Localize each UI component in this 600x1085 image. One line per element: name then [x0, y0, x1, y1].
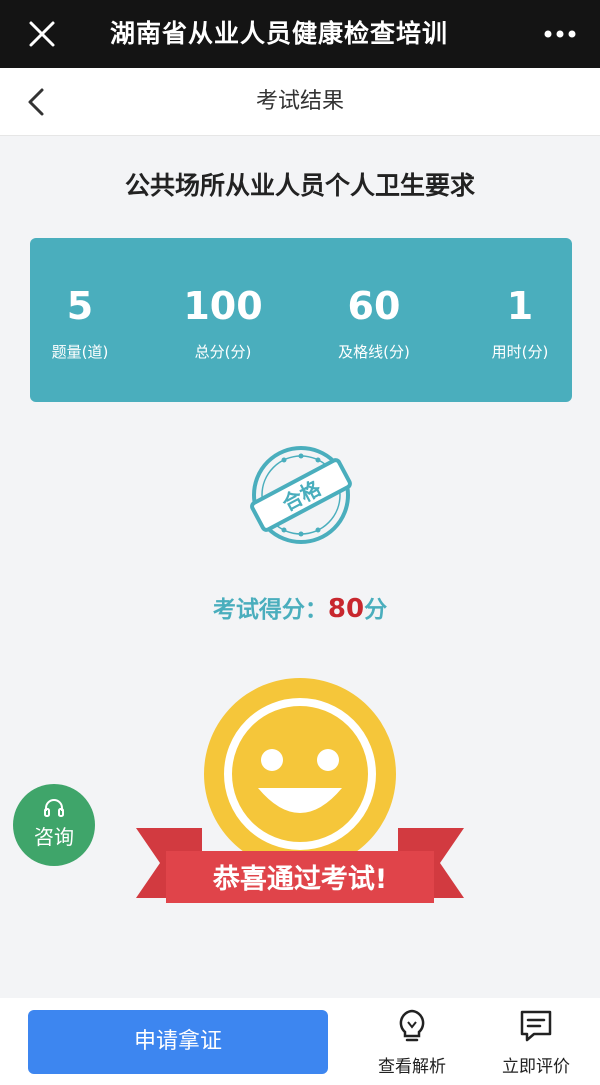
stat-value: 100: [183, 284, 263, 328]
bottom-action-bar: 申请拿证 查看解析 立即评价: [0, 998, 600, 1085]
score-label: 考试得分：: [212, 597, 328, 623]
stat-time-used: 1 用时(分): [460, 238, 580, 402]
stat-pass-line: 60 及格线(分): [314, 238, 434, 402]
stat-label: 及格线(分): [338, 343, 410, 361]
rate-now-button[interactable]: 立即评价: [486, 1008, 586, 1078]
page-title: 考试结果: [255, 89, 344, 114]
rate-now-label: 立即评价: [502, 1057, 570, 1077]
stat-question-count: 5 题量(道): [20, 238, 140, 402]
stat-label: 用时(分): [491, 343, 549, 361]
score-line: 考试得分：80分: [0, 590, 600, 624]
pass-stamp-icon: 合格: [250, 446, 352, 544]
top-bar: 湖南省从业人员健康检查培训: [0, 0, 600, 68]
close-icon[interactable]: [22, 14, 62, 54]
headset-icon: [44, 799, 64, 817]
stat-label: 总分(分): [194, 343, 252, 361]
stat-total-score: 100 总分(分): [163, 238, 283, 402]
nav-bar: 考试结果: [0, 68, 600, 136]
score-unit: 分: [364, 597, 388, 623]
stat-value: 1: [506, 284, 534, 328]
stat-label: 题量(道): [51, 343, 109, 361]
consult-button[interactable]: 咨询: [13, 784, 95, 866]
view-analysis-label: 查看解析: [378, 1057, 446, 1077]
view-analysis-button[interactable]: 查看解析: [362, 1008, 462, 1078]
apply-certificate-button[interactable]: 申请拿证: [28, 1010, 328, 1074]
exam-title: 公共场所从业人员个人卫生要求: [124, 171, 475, 200]
pass-celebration-graphic: 恭喜通过考试!: [136, 678, 464, 903]
stat-value: 60: [347, 284, 401, 328]
lightbulb-icon: [399, 1009, 425, 1042]
score-value: 80: [327, 594, 365, 624]
comment-icon: [520, 1010, 552, 1042]
celebration-text: 恭喜通过考试!: [212, 864, 387, 895]
stats-panel: 5 题量(道) 100 总分(分) 60 及格线(分) 1 用时(分): [30, 238, 572, 402]
stat-value: 5: [66, 284, 94, 328]
consult-label: 咨询: [34, 825, 74, 849]
window-title: 湖南省从业人员健康检查培训: [110, 19, 449, 48]
more-dots-icon[interactable]: [542, 22, 578, 46]
